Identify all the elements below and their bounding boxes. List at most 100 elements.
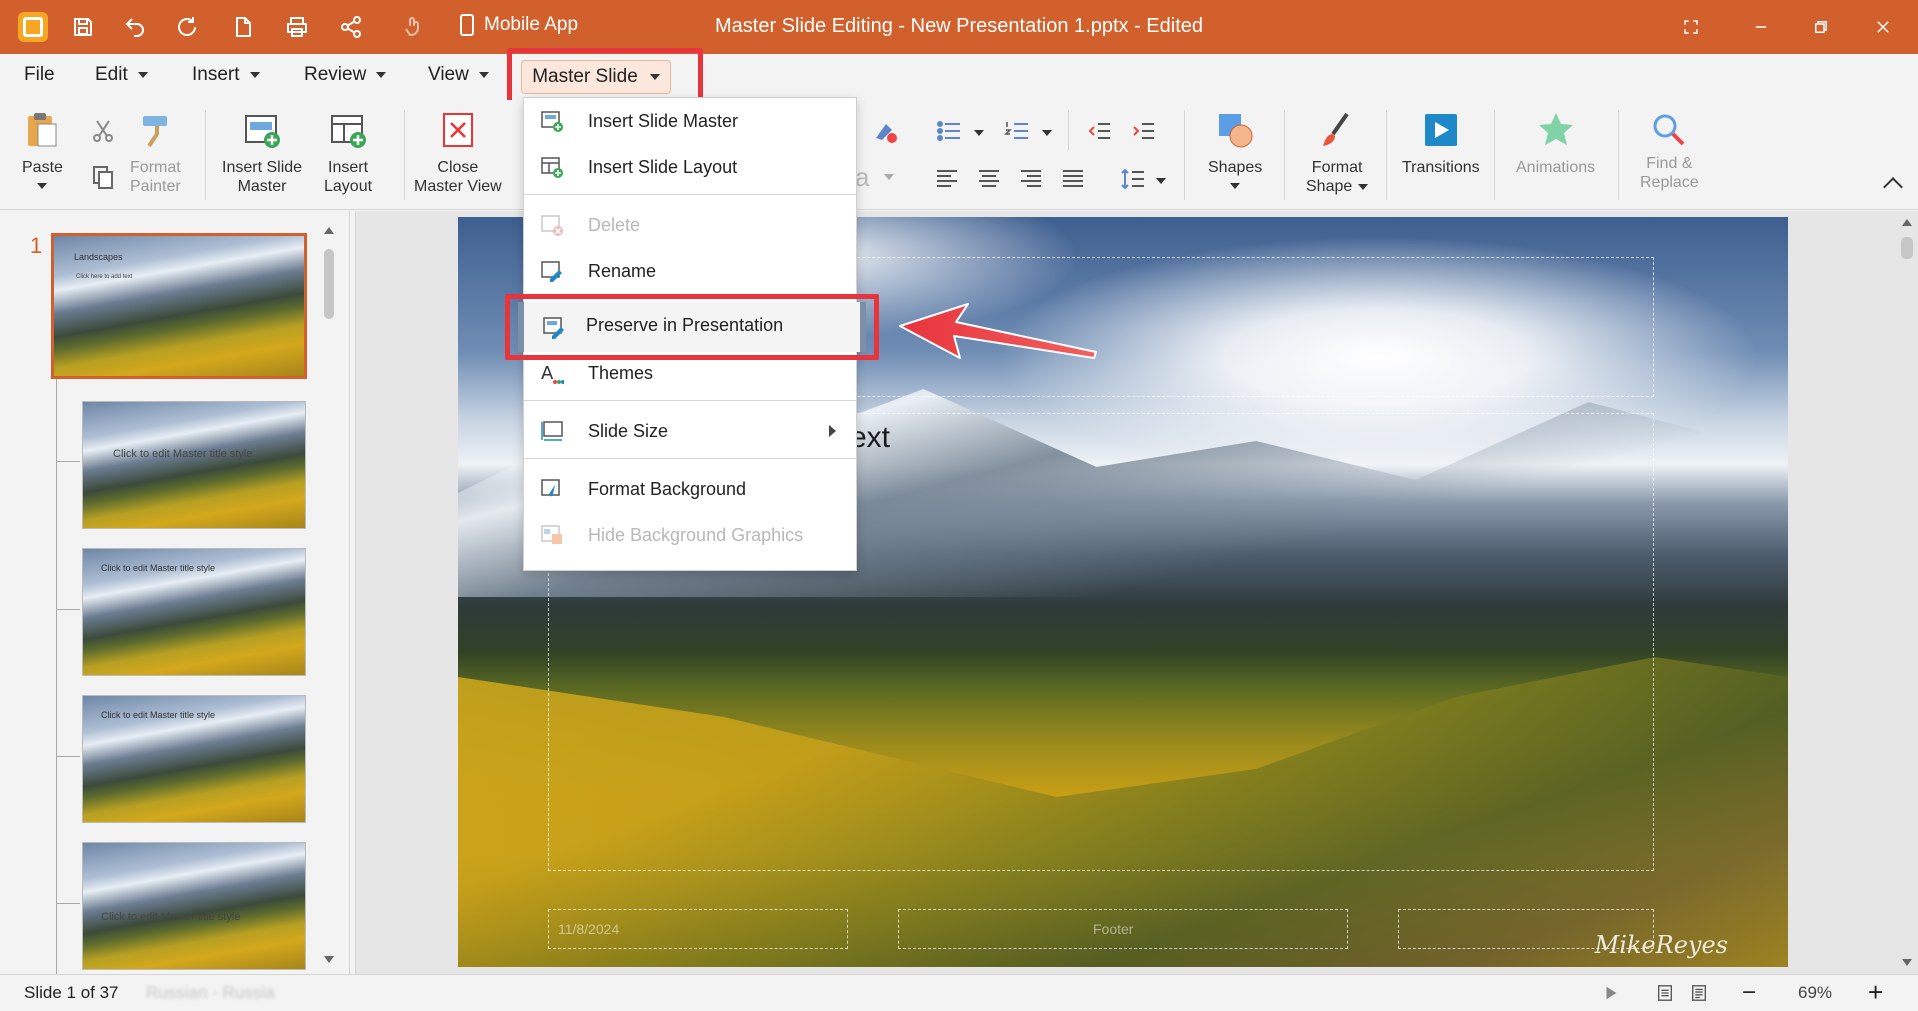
- themes-icon: A: [540, 361, 565, 385]
- chevron-down-icon: [1042, 130, 1052, 136]
- chevron-down-icon: [1358, 183, 1369, 190]
- find-replace-label-1: Find &: [1646, 155, 1693, 172]
- find-replace-icon: [1649, 110, 1689, 150]
- menu-separator: [524, 400, 856, 401]
- restore-icon[interactable]: [1790, 0, 1852, 54]
- zoom-level[interactable]: 69%: [1798, 983, 1832, 1003]
- menu-item-label: Slide Size: [588, 420, 669, 441]
- insert-layout-button[interactable]: Insert Layout: [324, 110, 372, 196]
- scroll-thumb[interactable]: [324, 249, 334, 319]
- menu-item-slide-size[interactable]: Slide Size: [524, 410, 856, 452]
- fullscreen-icon[interactable]: [1660, 0, 1722, 54]
- justify-icon[interactable]: [1060, 166, 1086, 192]
- thumb-title: Landscapes: [74, 252, 123, 262]
- chevron-down-icon: [137, 72, 148, 78]
- layout-thumbnail[interactable]: Click to edit Master title style: [82, 842, 306, 970]
- master-slide-thumbnail[interactable]: Landscapes Click here to add text: [51, 233, 307, 379]
- numbering-icon[interactable]: [1004, 118, 1030, 144]
- minimize-icon[interactable]: [1730, 0, 1792, 54]
- thumb-subtitle: Click to edit Master title style: [101, 911, 241, 923]
- shapes-button[interactable]: Shapes: [1208, 110, 1262, 189]
- align-right-icon[interactable]: [1018, 166, 1044, 192]
- brush-icon: [135, 110, 175, 150]
- format-shape-label-1: Format: [1311, 159, 1363, 176]
- close-master-label-2: Master View: [414, 178, 502, 195]
- find-replace-button[interactable]: Find & Replace: [1640, 110, 1699, 192]
- shapes-icon: [1215, 110, 1255, 150]
- notes-view-icon[interactable]: [1690, 984, 1708, 1007]
- menu-item-label: Hide Background Graphics: [588, 524, 804, 545]
- scroll-up-icon[interactable]: [1902, 219, 1912, 226]
- hide-background-graphics-icon: [540, 523, 564, 547]
- scroll-thumb[interactable]: [1901, 237, 1913, 259]
- thumb-title: Click to edit Master title style: [101, 563, 216, 573]
- insert-slide-master-button[interactable]: Insert Slide Master: [222, 110, 302, 196]
- play-icon[interactable]: [1602, 984, 1620, 1007]
- transitions-icon: [1421, 110, 1461, 150]
- format-shape-button[interactable]: Format Shape: [1306, 110, 1369, 196]
- menu-item-delete[interactable]: Delete: [524, 204, 856, 246]
- align-center-icon[interactable]: [976, 166, 1002, 192]
- bullets-icon[interactable]: [936, 118, 962, 144]
- menu-insert-label: Insert: [192, 64, 240, 85]
- increase-indent-icon[interactable]: [1130, 118, 1156, 144]
- close-icon[interactable]: [1852, 0, 1914, 54]
- menu-bar: File Edit Insert Review View Master Slid…: [0, 54, 1918, 160]
- scroll-down-icon[interactable]: [1902, 959, 1912, 966]
- insert-layout-label-1: Insert: [328, 159, 369, 176]
- ribbon-separator: [205, 110, 206, 200]
- font-color-icon[interactable]: a: [855, 162, 869, 193]
- align-left-icon[interactable]: [934, 166, 960, 192]
- chevron-down-icon: [37, 183, 48, 189]
- line-spacing-icon[interactable]: [1120, 166, 1146, 192]
- transitions-label: Transitions: [1402, 159, 1480, 176]
- menu-edit[interactable]: Edit: [95, 64, 148, 86]
- animations-button[interactable]: Animations: [1516, 110, 1595, 177]
- language-indicator[interactable]: Russian - Russia: [146, 983, 275, 1003]
- canvas-scrollbar[interactable]: [1896, 211, 1918, 974]
- date-text: 11/8/2024: [558, 921, 620, 937]
- layout-thumbnail[interactable]: Click to edit Master title style: [82, 548, 306, 676]
- format-painter-button[interactable]: Format Painter: [130, 110, 181, 196]
- menu-review[interactable]: Review: [304, 64, 387, 86]
- clear-format-icon[interactable]: [872, 118, 898, 144]
- menu-item-label: Insert Slide Layout: [588, 156, 738, 177]
- copy-icon[interactable]: [90, 164, 116, 190]
- chevron-down-icon: [884, 174, 894, 180]
- menu-view[interactable]: View: [428, 64, 489, 86]
- close-master-view-button[interactable]: Close Master View: [414, 110, 502, 196]
- menu-item-label: Insert Slide Master: [588, 110, 739, 131]
- svg-text:A: A: [541, 363, 554, 384]
- menu-item-format-background[interactable]: Format Background: [524, 468, 856, 510]
- rename-icon: [540, 259, 564, 283]
- cut-icon[interactable]: [90, 118, 116, 144]
- transitions-button[interactable]: Transitions: [1402, 110, 1480, 177]
- scroll-up-icon[interactable]: [324, 227, 334, 234]
- ribbon-separator: [1184, 110, 1185, 200]
- scroll-down-icon[interactable]: [324, 956, 334, 963]
- menu-item-hide-background-graphics[interactable]: Hide Background Graphics: [524, 514, 856, 556]
- tree-tick: [56, 461, 80, 462]
- close-master-label-1: Close: [437, 159, 479, 176]
- zoom-in-button[interactable]: +: [1868, 977, 1883, 1008]
- decrease-indent-icon[interactable]: [1086, 118, 1112, 144]
- layout-thumbnail[interactable]: Click to edit Master title style: [82, 401, 306, 529]
- insert-layout-label-2: Layout: [324, 178, 373, 195]
- collapse-ribbon-icon[interactable]: [1883, 177, 1903, 197]
- status-bar: Slide 1 of 37 Russian - Russia − 69% +: [0, 974, 1918, 1011]
- menu-item-rename[interactable]: Rename: [524, 250, 856, 292]
- normal-view-icon[interactable]: [1656, 984, 1674, 1007]
- ribbon: Paste Format Painter Insert Slide Master…: [0, 100, 1918, 210]
- tree-line: [56, 306, 57, 976]
- menu-file[interactable]: File: [24, 64, 55, 86]
- format-painter-label-1: Format: [130, 159, 181, 176]
- zoom-out-button[interactable]: −: [1742, 979, 1756, 1007]
- menu-item-label: Format Background: [588, 478, 747, 499]
- menu-item-insert-slide-layout[interactable]: Insert Slide Layout: [524, 146, 856, 188]
- menu-insert[interactable]: Insert: [192, 64, 260, 86]
- menu-separator: [524, 458, 856, 459]
- layout-thumbnail[interactable]: Click to edit Master title style: [82, 695, 306, 823]
- menu-item-insert-slide-master[interactable]: Insert Slide Master: [524, 100, 856, 142]
- panel-scrollbar[interactable]: [320, 219, 338, 971]
- paste-button[interactable]: Paste: [22, 110, 63, 189]
